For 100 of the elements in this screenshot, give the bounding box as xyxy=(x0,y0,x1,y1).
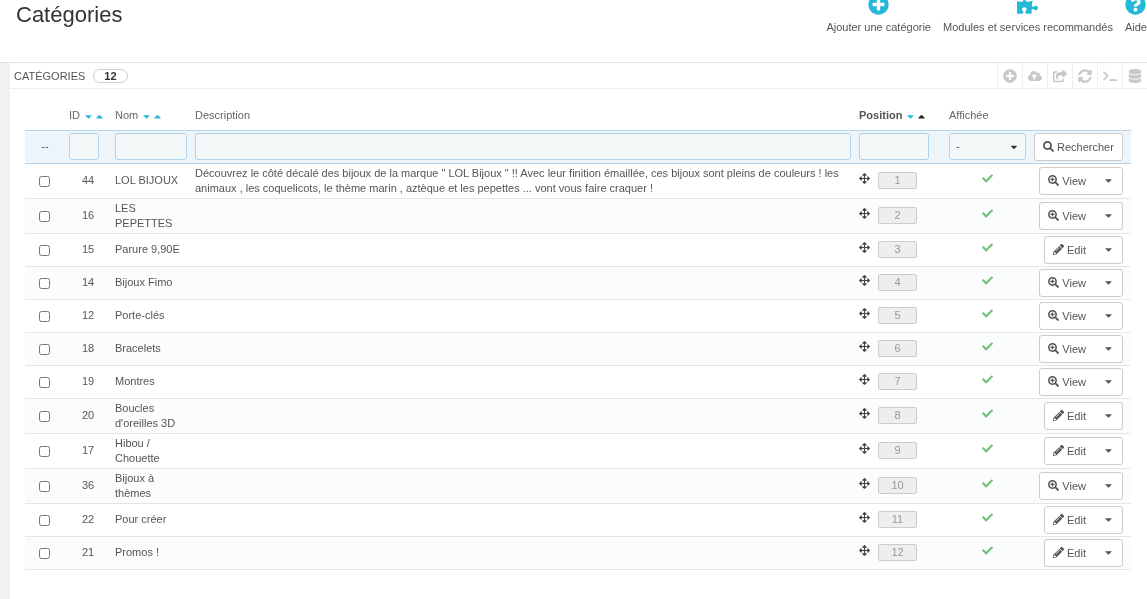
toolbar-button[interactable]: Aide xyxy=(1124,0,1147,33)
name-filter-field[interactable] xyxy=(115,133,187,161)
edit-button[interactable]: Edit xyxy=(1045,506,1094,533)
position-value: 6 xyxy=(878,340,917,358)
id-cell: 18 xyxy=(81,342,95,355)
edit-button[interactable]: Edit xyxy=(1045,402,1094,429)
row-checkbox[interactable] xyxy=(39,410,50,422)
view-button[interactable]: View xyxy=(1040,368,1094,395)
drag-handle-icon[interactable] xyxy=(859,172,870,184)
add-icon xyxy=(868,0,890,15)
row-checkbox[interactable] xyxy=(39,310,50,322)
row-checkbox[interactable] xyxy=(39,244,50,256)
check-icon[interactable] xyxy=(982,443,993,455)
name-cell: LOL BIJOUX xyxy=(115,174,179,187)
name-cell: Montres xyxy=(115,375,155,388)
drag-handle-icon[interactable] xyxy=(859,207,870,219)
check-icon[interactable] xyxy=(982,512,993,524)
drag-handle-icon[interactable] xyxy=(859,241,870,253)
check-icon[interactable] xyxy=(982,408,993,420)
edit-button[interactable]: Edit xyxy=(1045,236,1094,263)
search-button[interactable]: Rechercher xyxy=(1034,132,1123,161)
name-cell: Hibou / Chouette xyxy=(115,436,160,464)
column-header: Description xyxy=(195,109,251,122)
zoom-in-icon xyxy=(1048,376,1060,388)
zoom-in-icon xyxy=(1048,480,1060,492)
check-icon[interactable] xyxy=(982,173,993,185)
check-icon[interactable] xyxy=(982,374,993,386)
position-filter-field[interactable] xyxy=(859,133,929,161)
id-cell: 16 xyxy=(81,209,95,222)
pencil-icon xyxy=(1053,514,1065,526)
edit-button[interactable]: Edit xyxy=(1045,437,1094,464)
name-cell: Bracelets xyxy=(115,342,161,355)
check-icon[interactable] xyxy=(982,341,993,353)
id-filter-field[interactable] xyxy=(69,133,99,161)
bulk-label: -- xyxy=(41,140,49,153)
check-icon[interactable] xyxy=(982,275,993,287)
drag-handle-icon[interactable] xyxy=(859,274,870,286)
position-value: 9 xyxy=(878,442,917,460)
pencil-icon xyxy=(1053,445,1065,457)
check-icon[interactable] xyxy=(982,208,993,220)
view-button[interactable]: View xyxy=(1040,202,1094,229)
name-cell: Promos ! xyxy=(115,546,159,559)
id-cell: 22 xyxy=(81,513,95,526)
check-icon[interactable] xyxy=(982,478,993,490)
pencil-icon xyxy=(1053,410,1065,422)
toolbar-button[interactable]: Modules et services recommandés xyxy=(943,0,1113,33)
row-checkbox[interactable] xyxy=(39,343,50,355)
row-checkbox[interactable] xyxy=(39,376,50,388)
name-cell: Parure 9,90E xyxy=(115,243,180,256)
position-value: 10 xyxy=(878,477,917,495)
drag-handle-icon[interactable] xyxy=(859,340,870,352)
toolbar-button[interactable]: Ajouter une catégorie xyxy=(826,0,931,33)
id-cell: 21 xyxy=(81,546,95,559)
view-button[interactable]: View xyxy=(1040,472,1094,499)
row-checkbox[interactable] xyxy=(39,514,50,526)
row-checkbox[interactable] xyxy=(39,445,50,457)
id-cell: 44 xyxy=(81,174,95,187)
name-cell: Bijoux Fimo xyxy=(115,276,173,289)
row-checkbox[interactable] xyxy=(39,547,50,559)
id-cell: 15 xyxy=(81,243,95,256)
row-checkbox[interactable] xyxy=(39,277,50,289)
zoom-in-icon xyxy=(1048,343,1060,355)
drag-handle-icon[interactable] xyxy=(859,442,870,454)
id-cell: 12 xyxy=(81,309,95,322)
drag-handle-icon[interactable] xyxy=(859,307,870,319)
drag-handle-icon[interactable] xyxy=(859,477,870,489)
position-value: 12 xyxy=(878,544,917,562)
edit-button[interactable]: Edit xyxy=(1045,539,1094,566)
zoom-in-icon xyxy=(1048,210,1060,222)
pencil-icon xyxy=(1053,244,1065,256)
row-checkbox[interactable] xyxy=(39,480,50,492)
displayed-filter-select[interactable]: - xyxy=(949,133,1026,161)
column-header: Affichée xyxy=(949,109,989,122)
pencil-icon xyxy=(1053,547,1065,559)
zoom-in-icon xyxy=(1048,277,1060,289)
name-cell: LES PEPETTES xyxy=(115,201,173,229)
view-button[interactable]: View xyxy=(1040,302,1094,329)
description-cell: Découvrez le côté décalé des bijoux de la marque " LOL Bijoux " !! Avec leur finition émaillée, ces bijoux sont pleins de couleurs ! les animaux , les coquelicots, le thème marin , aztèque et les pepettes ... vont vous faire craquer ! xyxy=(195,166,839,194)
column-header: Nom xyxy=(115,109,139,121)
drag-handle-icon[interactable] xyxy=(859,544,870,556)
row-checkbox[interactable] xyxy=(39,175,50,187)
check-icon[interactable] xyxy=(982,242,993,254)
name-cell: Porte-clés xyxy=(115,309,165,322)
drag-handle-icon[interactable] xyxy=(859,373,870,385)
position-value: 11 xyxy=(878,511,917,529)
name-cell: Bijoux à thèmes xyxy=(115,471,155,499)
view-button[interactable]: View xyxy=(1040,335,1094,362)
drag-handle-icon[interactable] xyxy=(859,511,870,523)
position-value: 8 xyxy=(878,407,917,425)
drag-handle-icon[interactable] xyxy=(859,407,870,419)
page-title: Catégories xyxy=(16,1,123,29)
row-checkbox[interactable] xyxy=(39,210,50,222)
position-value: 1 xyxy=(878,172,917,190)
check-icon[interactable] xyxy=(982,545,993,557)
view-button[interactable]: View xyxy=(1040,167,1094,194)
id-cell: 17 xyxy=(81,444,95,457)
view-button[interactable]: View xyxy=(1040,269,1094,296)
description-filter-field[interactable] xyxy=(195,133,851,161)
check-icon[interactable] xyxy=(982,308,993,320)
position-value: 3 xyxy=(878,241,917,259)
